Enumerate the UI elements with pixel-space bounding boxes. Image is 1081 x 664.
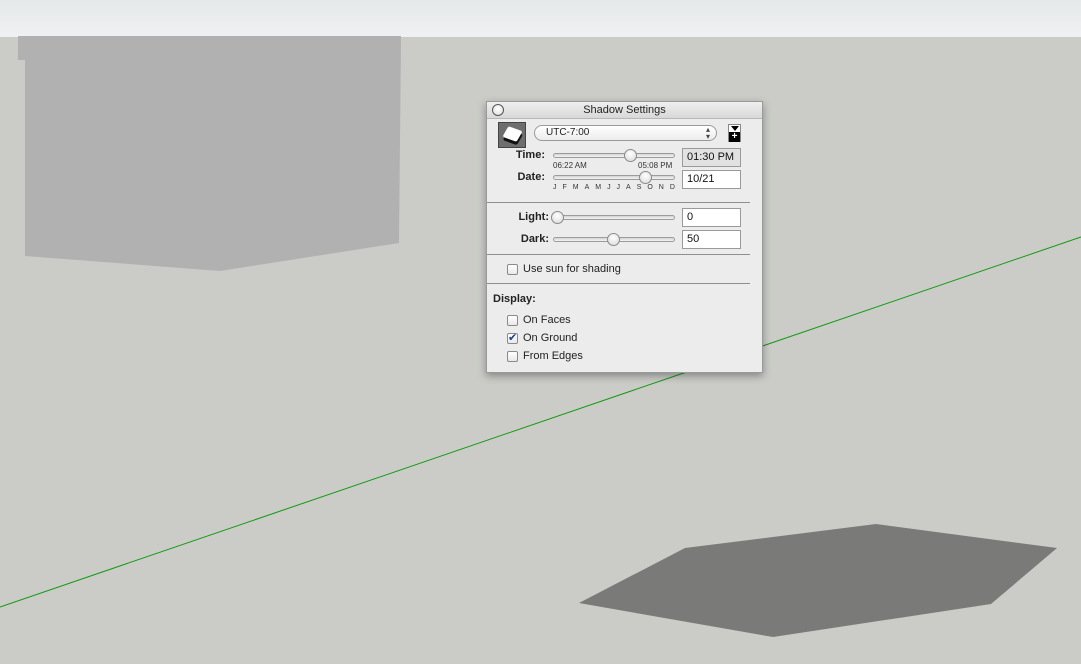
on-faces-label: On Faces bbox=[523, 314, 571, 326]
separator bbox=[487, 254, 750, 255]
month-tick: F bbox=[562, 184, 567, 191]
light-field[interactable]: 0 bbox=[682, 208, 741, 227]
date-slider[interactable] bbox=[553, 171, 675, 184]
month-tick: J bbox=[553, 184, 557, 191]
month-tick: D bbox=[669, 184, 675, 191]
display-heading: Display: bbox=[493, 293, 536, 305]
dialog-title: Shadow Settings bbox=[583, 104, 666, 116]
plus-icon: + bbox=[729, 132, 740, 142]
month-tick: J bbox=[607, 184, 611, 191]
time-label: Time: bbox=[515, 149, 545, 161]
updown-arrows-icon: ▴ ▾ bbox=[705, 125, 710, 141]
on-ground-label: On Ground bbox=[523, 332, 578, 344]
month-tick: S bbox=[636, 184, 642, 191]
time-slider[interactable] bbox=[553, 149, 675, 162]
on-ground-checkbox[interactable] bbox=[507, 331, 518, 344]
on-faces-checkbox[interactable] bbox=[507, 315, 518, 326]
month-tick: M bbox=[595, 184, 602, 191]
shadow-settings-dialog: Shadow Settings UTC-7:00 ▴ ▾ + Time: 06:2… bbox=[486, 101, 763, 373]
dialog-titlebar[interactable]: Shadow Settings bbox=[487, 102, 762, 119]
date-field[interactable]: 10/21 bbox=[682, 170, 741, 189]
sunrise-time: 06:22 AM bbox=[553, 161, 587, 170]
month-tick: M bbox=[572, 184, 579, 191]
sunset-time: 05:08 PM bbox=[638, 161, 673, 170]
time-slider-thumb[interactable] bbox=[623, 149, 637, 162]
dark-field[interactable]: 50 bbox=[682, 230, 741, 249]
wall-shadow-shape bbox=[18, 36, 401, 271]
month-tick: J bbox=[616, 184, 621, 191]
from-edges-label: From Edges bbox=[523, 350, 583, 362]
from-edges-checkbox[interactable] bbox=[507, 351, 518, 362]
dark-slider[interactable] bbox=[553, 233, 675, 246]
light-slider-thumb[interactable] bbox=[551, 211, 564, 224]
timezone-value: UTC-7:00 bbox=[546, 127, 590, 138]
date-slider-thumb[interactable] bbox=[639, 171, 653, 184]
separator bbox=[487, 283, 750, 284]
light-slider[interactable] bbox=[551, 211, 675, 224]
separator bbox=[487, 202, 750, 203]
ground-shadow-shape bbox=[579, 524, 1057, 637]
shadow-toggle-icon[interactable] bbox=[498, 122, 526, 148]
dark-slider-thumb[interactable] bbox=[607, 233, 620, 246]
month-tick: A bbox=[626, 184, 631, 191]
timezone-select[interactable]: UTC-7:00 ▴ ▾ bbox=[534, 125, 717, 141]
date-label: Date: bbox=[517, 171, 545, 183]
light-label: Light: bbox=[518, 211, 549, 223]
add-scene-button[interactable]: + bbox=[728, 124, 741, 142]
month-tick: N bbox=[658, 184, 664, 191]
use-sun-label: Use sun for shading bbox=[523, 263, 621, 275]
month-tick: O bbox=[647, 184, 653, 191]
month-tick: A bbox=[584, 184, 590, 191]
dark-label: Dark: bbox=[520, 233, 549, 245]
time-field[interactable]: 01:30 PM bbox=[682, 148, 741, 167]
month-ticks: JFMAMJJASOND bbox=[553, 184, 675, 191]
use-sun-checkbox[interactable] bbox=[507, 264, 518, 275]
